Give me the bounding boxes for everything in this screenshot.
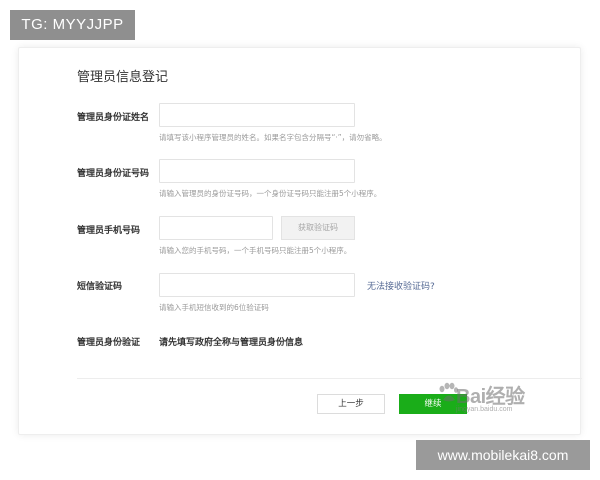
id-number-label: 管理员身份证号码	[77, 169, 150, 179]
identity-verify-label: 管理员身份验证	[77, 338, 141, 348]
sms-code-label: 短信验证码	[77, 282, 123, 292]
get-code-button[interactable]: 获取验证码	[281, 216, 355, 240]
baidu-logo-text: Bai经验	[456, 386, 525, 408]
baidu-url-text: jingyan.baidu.com	[456, 406, 513, 413]
watermark-bottom: www.mobilekai8.com	[416, 440, 590, 470]
cannot-receive-code-link[interactable]: 无法接收验证码?	[367, 279, 435, 292]
name-label: 管理员身份证姓名	[77, 113, 150, 123]
phone-label: 管理员手机号码	[77, 226, 141, 236]
page-title: 管理员信息登记	[77, 70, 169, 85]
prev-step-button[interactable]: 上一步	[317, 394, 385, 414]
baidu-jingyan-watermark: Bai经验 jingyan.baidu.com	[438, 378, 558, 422]
name-hint: 请填写该小程序管理员的姓名。如果名字包含分隔号“·”，请勿省略。	[159, 133, 387, 142]
sms-code-hint: 请输入手机短信收到的6位验证码	[159, 303, 269, 312]
sms-code-input[interactable]	[159, 273, 355, 297]
phone-input[interactable]	[159, 216, 273, 240]
paw-icon	[439, 382, 458, 402]
form-card: 管理员信息登记 管理员身份证姓名 请填写该小程序管理员的姓名。如果名字包含分隔号…	[18, 47, 582, 435]
identity-verify-text: 请先填写政府全称与管理员身份信息	[159, 338, 304, 348]
watermark-top: TG: MYYJJPP	[10, 10, 135, 40]
name-input[interactable]	[159, 103, 355, 127]
id-number-input[interactable]	[159, 159, 355, 183]
id-number-hint: 请输入管理员的身份证号码，一个身份证号码只能注册5个小程序。	[159, 189, 382, 198]
phone-hint: 请输入您的手机号码，一个手机号码只能注册5个小程序。	[159, 246, 352, 255]
